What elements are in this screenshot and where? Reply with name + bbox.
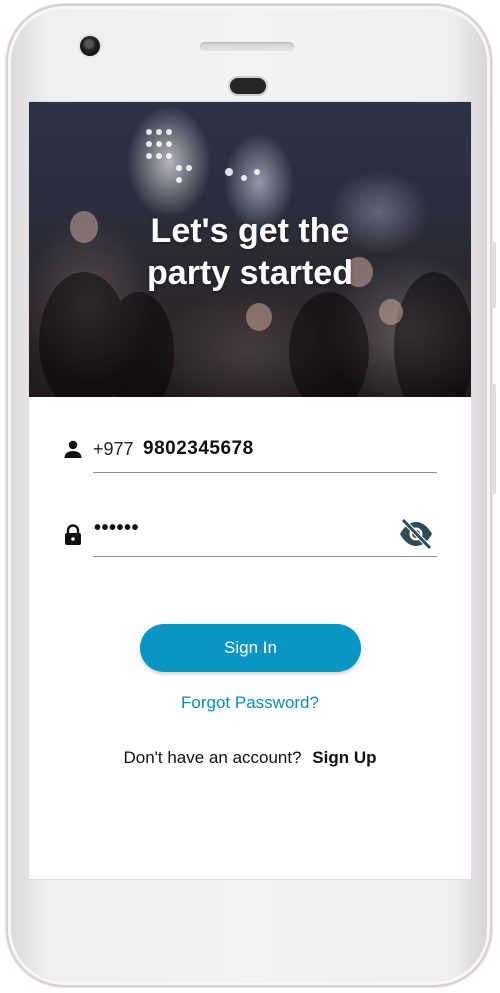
sign-in-button[interactable]: Sign In [140,624,361,672]
eye-off-icon[interactable] [397,517,435,551]
password-field[interactable]: •••••• [61,513,437,557]
hero-title-line2: party started [147,254,353,292]
person-icon [64,440,82,458]
lock-icon [65,524,81,545]
front-camera [80,36,100,56]
sign-up-link[interactable]: Sign Up [312,748,376,767]
top-speaker [200,42,294,51]
hero-title: Let's get the party started [29,210,471,294]
app-screen: Let's get the party started +977 9802345… [29,102,471,879]
hero-banner: Let's get the party started [29,102,471,397]
earpiece [230,78,266,94]
phone-number-field[interactable]: +977 9802345678 [61,429,437,473]
power-button [491,384,496,494]
country-code: +977 [93,439,134,459]
password-value[interactable]: •••••• [94,517,139,540]
signup-prompt: Don't have an account? Sign Up [29,748,471,768]
phone-field-underline [93,472,437,473]
forgot-password-link[interactable]: Forgot Password? [29,693,471,713]
no-account-text: Don't have an account? [123,748,302,767]
phone-number-value[interactable]: 9802345678 [143,438,254,460]
password-field-underline [93,556,437,557]
hero-title-line1: Let's get the [150,212,350,250]
volume-button [491,242,496,308]
